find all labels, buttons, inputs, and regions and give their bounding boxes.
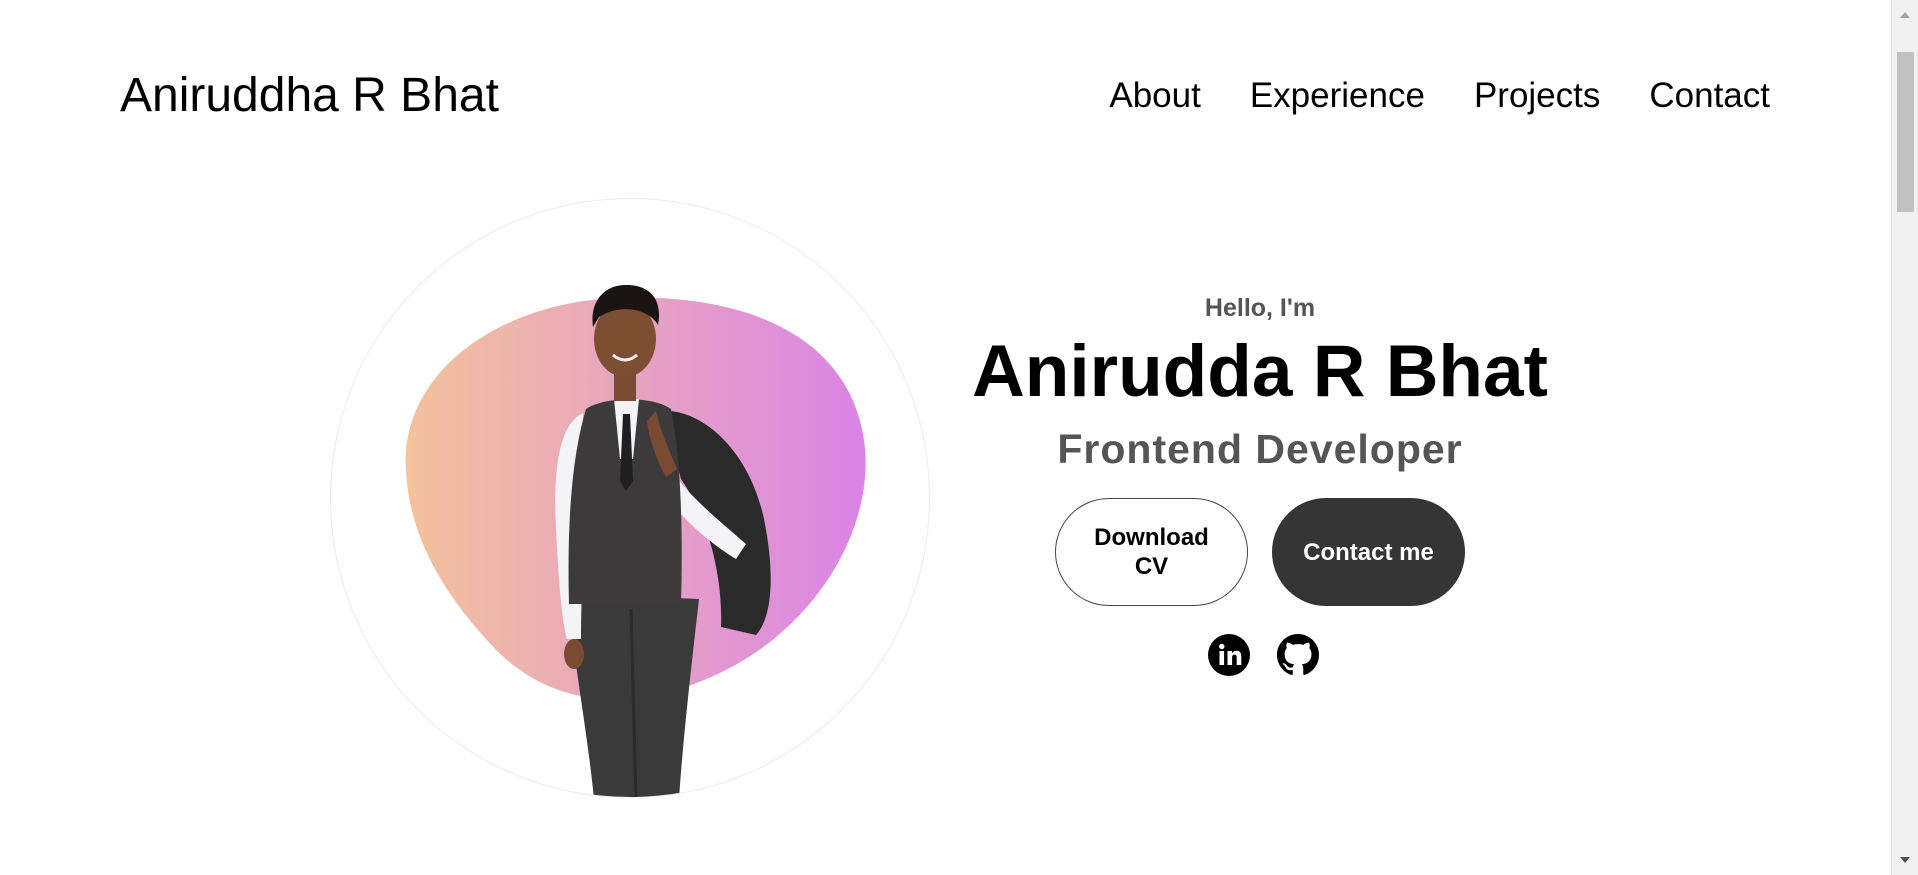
scroll-thumb[interactable] [1897, 52, 1914, 212]
site-logo[interactable]: Aniruddha R Bhat [120, 68, 499, 124]
linkedin-icon[interactable] [1208, 634, 1250, 676]
hero-greeting: Hello, I'm [1204, 294, 1316, 322]
github-icon[interactable] [1277, 634, 1319, 676]
hero-role: Frontend Developer [1057, 426, 1463, 472]
contact-me-button[interactable]: Contact me [1272, 498, 1465, 606]
nav-item-experience: Experience [1250, 74, 1425, 118]
nav-item-contact: Contact [1649, 74, 1770, 118]
portfolio-page: Aniruddha R Bhat About Experience Projec… [0, 0, 1918, 875]
scroll-down-arrow-icon[interactable] [1900, 857, 1910, 863]
profile-picture-frame [330, 198, 930, 798]
nav-link-projects[interactable]: Projects [1474, 76, 1600, 115]
top-navigation: Aniruddha R Bhat About Experience Projec… [0, 0, 1891, 190]
profile-picture [405, 284, 866, 797]
nav-link-experience[interactable]: Experience [1250, 76, 1425, 115]
nav-item-projects: Projects [1474, 74, 1600, 118]
scroll-up-arrow-icon[interactable] [1900, 12, 1910, 18]
hero-name: Anirudda R Bhat [972, 331, 1548, 412]
vertical-scrollbar[interactable] [1891, 0, 1918, 875]
download-cv-button[interactable]: Download CV [1055, 498, 1248, 606]
nav-links: About Experience Projects Contact [1109, 74, 1770, 118]
nav-link-about[interactable]: About [1109, 76, 1200, 115]
nav-item-about: About [1109, 74, 1200, 118]
nav-link-contact[interactable]: Contact [1649, 76, 1770, 115]
